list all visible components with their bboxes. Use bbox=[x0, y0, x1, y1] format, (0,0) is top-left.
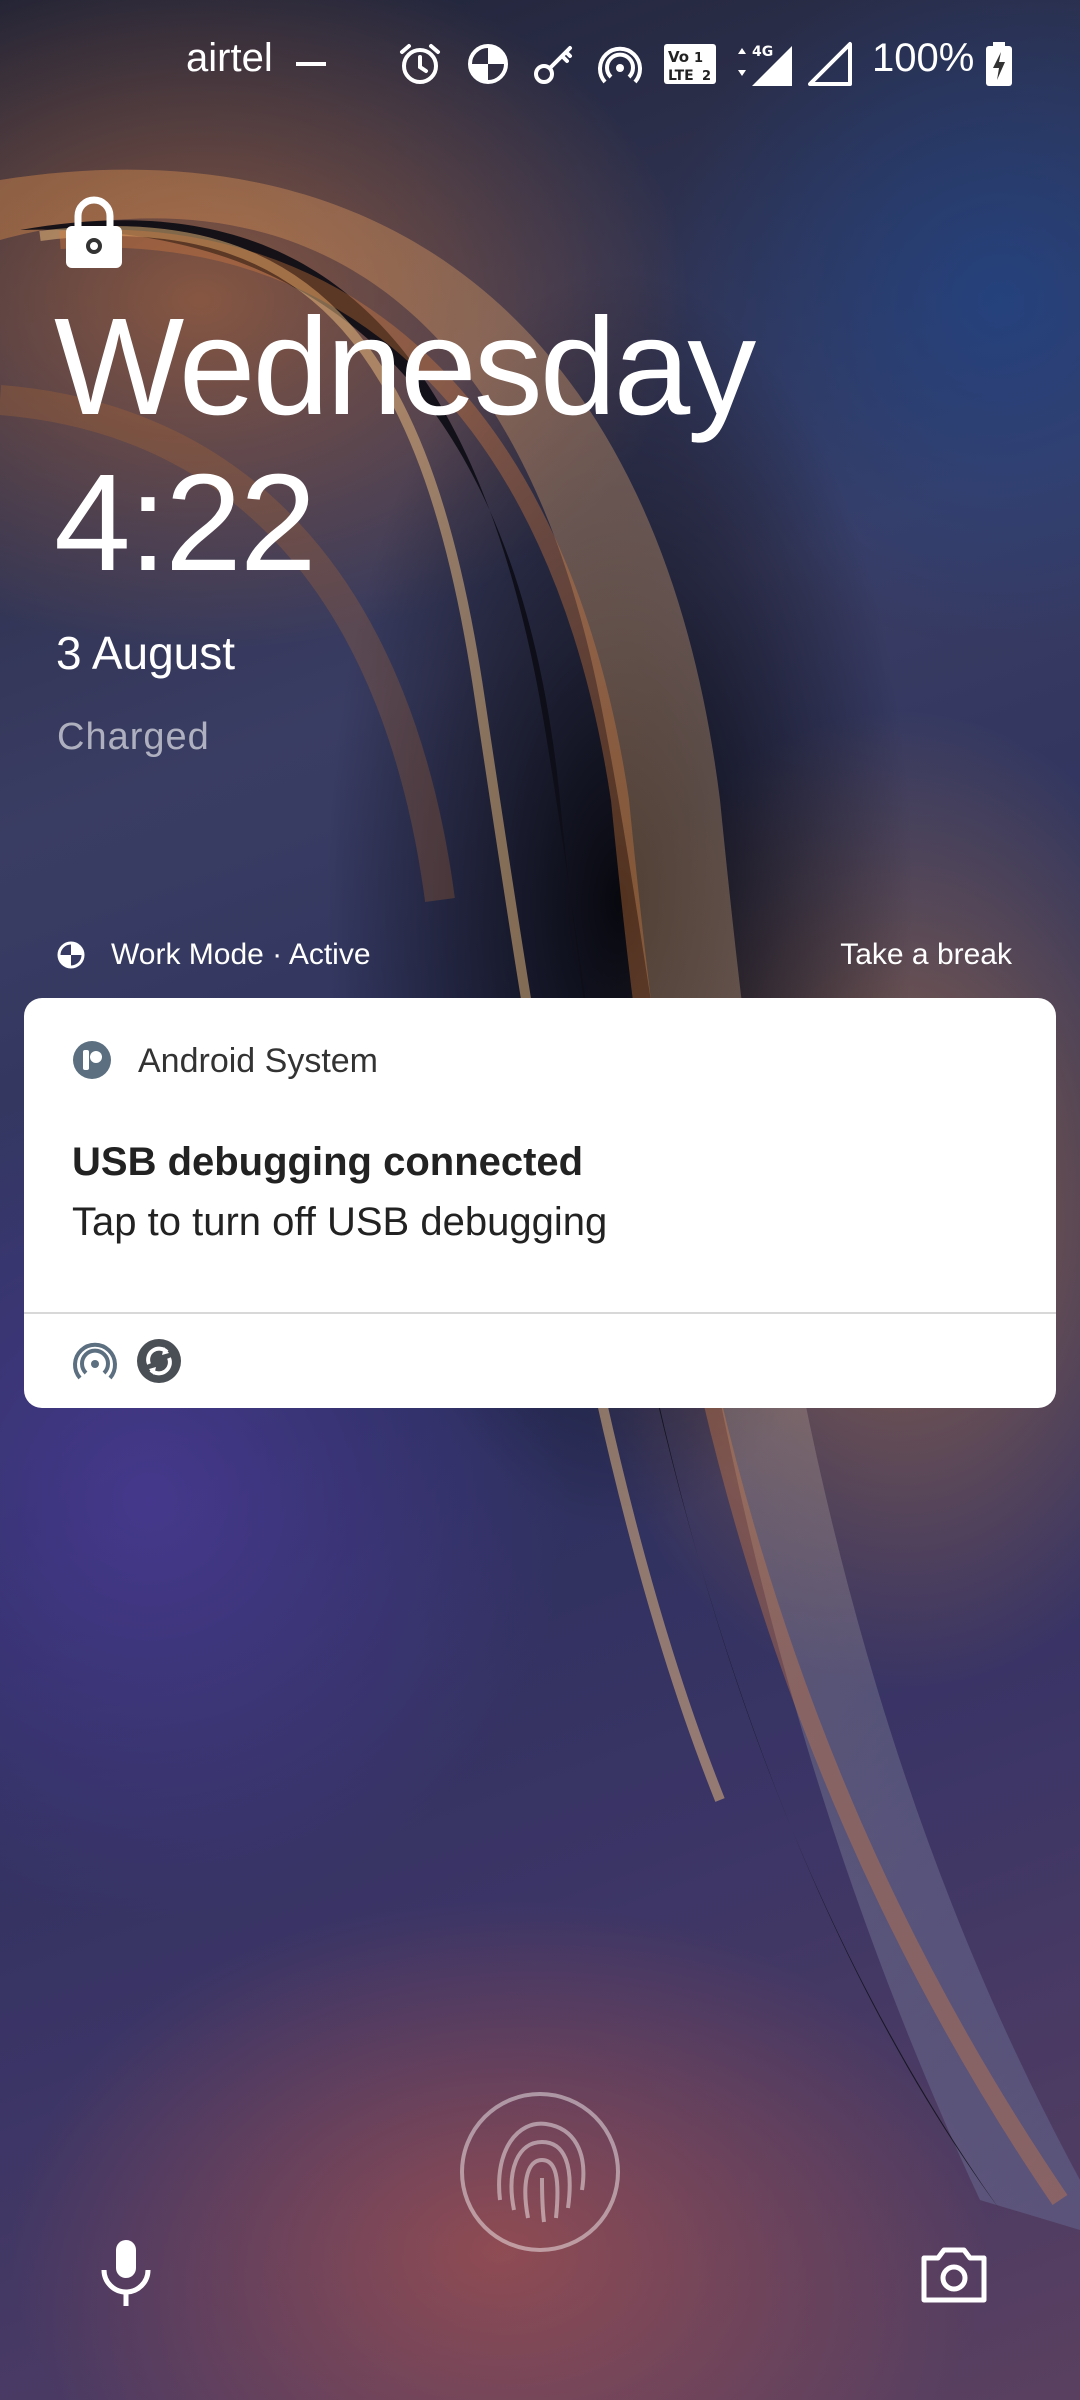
notification-divider bbox=[24, 1312, 1056, 1314]
svg-text:1: 1 bbox=[694, 51, 703, 66]
clock-time: 4:22 bbox=[54, 446, 317, 600]
signal-icon bbox=[808, 42, 852, 86]
battery-percent: 100% bbox=[872, 36, 975, 80]
alarm-icon bbox=[400, 44, 440, 84]
clock-day: Wednesday bbox=[54, 290, 756, 444]
charge-status: Charged bbox=[57, 716, 210, 758]
signal-4g-icon: 4G bbox=[738, 44, 792, 86]
camera-icon[interactable] bbox=[918, 2244, 990, 2304]
work-mode-icon bbox=[468, 44, 508, 84]
svg-text:2: 2 bbox=[702, 69, 711, 84]
work-mode-status: Work Mode · Active bbox=[111, 938, 371, 971]
svg-text:Vo: Vo bbox=[668, 48, 689, 66]
work-mode-row: Work Mode · Active Take a break bbox=[56, 936, 1036, 984]
svg-text:4G: 4G bbox=[752, 44, 773, 60]
notification-title: USB debugging connected bbox=[72, 1140, 584, 1184]
clock-date: 3 August bbox=[56, 627, 236, 679]
microphone-icon[interactable] bbox=[96, 2238, 156, 2308]
take-a-break-button[interactable]: Take a break bbox=[840, 938, 1012, 972]
notification-text: Tap to turn off USB debugging bbox=[72, 1200, 608, 1244]
svg-text:LTE: LTE bbox=[668, 68, 694, 84]
carrier-signal-dash bbox=[296, 62, 326, 66]
status-bar: airtel Vo 1 LTE 2 4G 100% bbox=[0, 30, 1080, 100]
fingerprint-icon[interactable] bbox=[458, 2090, 622, 2254]
lock-icon[interactable] bbox=[62, 196, 126, 270]
usb-debugging-notification[interactable]: Android System USB debugging connected T… bbox=[24, 998, 1056, 1408]
notification-app-name: Android System bbox=[138, 1042, 378, 1080]
work-mode-icon bbox=[57, 941, 85, 969]
volte-icon: Vo 1 LTE 2 bbox=[664, 44, 716, 84]
sync-icon[interactable] bbox=[136, 1338, 182, 1384]
battery-charging-icon bbox=[986, 42, 1012, 86]
hotspot-icon[interactable] bbox=[72, 1338, 118, 1384]
lockscreen: airtel Vo 1 LTE 2 4G 100% Wednesday 4:22… bbox=[0, 0, 1080, 2400]
vpn-key-icon bbox=[534, 46, 572, 84]
android-system-icon bbox=[73, 1041, 111, 1079]
carrier-name: airtel bbox=[186, 36, 273, 80]
hotspot-icon bbox=[598, 46, 642, 84]
